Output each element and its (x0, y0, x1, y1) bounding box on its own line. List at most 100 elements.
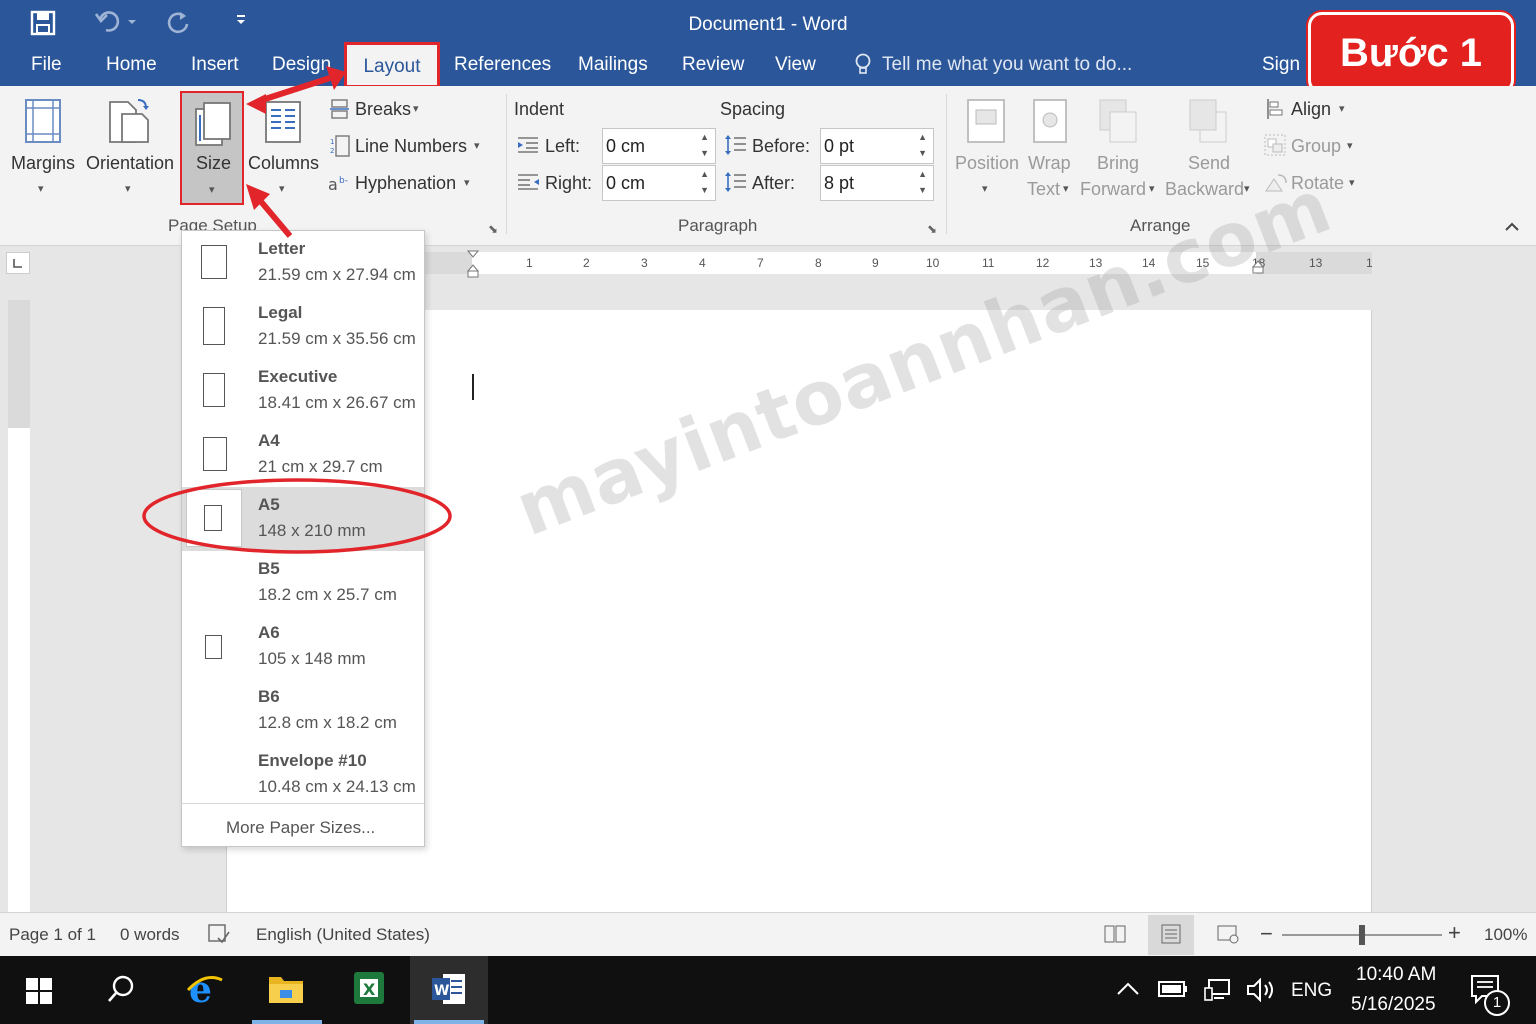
tab-review[interactable]: Review (682, 54, 744, 76)
tab-insert[interactable]: Insert (191, 54, 239, 76)
excel-icon[interactable]: X (352, 970, 386, 1006)
running-indicator (414, 1020, 484, 1024)
page-setup-launcher-icon[interactable]: ⬊ (488, 222, 498, 236)
size-button[interactable]: Size ▾ (180, 91, 244, 205)
tell-me-search[interactable]: Tell me what you want to do... (882, 54, 1132, 76)
menu-divider (182, 803, 424, 804)
margins-icon[interactable] (24, 98, 62, 144)
zoom-out-icon[interactable]: − (1260, 921, 1273, 947)
tab-mailings[interactable]: Mailings (578, 54, 648, 76)
tab-selector[interactable] (6, 252, 30, 274)
internet-explorer-icon[interactable]: e (186, 970, 224, 1008)
size-option-b5[interactable]: B5 18.2 cm x 25.7 cm (182, 551, 424, 615)
tab-layout[interactable]: Layout (347, 56, 437, 78)
word-count[interactable]: 0 words (120, 925, 180, 945)
align-button[interactable]: Align (1291, 99, 1331, 120)
indent-marker-icon[interactable] (467, 250, 479, 278)
columns-icon[interactable] (264, 100, 302, 144)
spacing-after-input[interactable]: 8 pt ▲ ▼ (820, 165, 934, 201)
show-hidden-icons[interactable] (1116, 980, 1140, 996)
clock-time[interactable]: 10:40 AM (1356, 964, 1436, 986)
lightbulb-icon (854, 53, 872, 77)
file-explorer-icon[interactable] (268, 972, 304, 1004)
proofing-icon[interactable] (208, 924, 230, 944)
tab-layout-highlight[interactable]: Layout (344, 42, 440, 88)
tab-design[interactable]: Design (272, 54, 331, 76)
zoom-in-icon[interactable]: + (1448, 920, 1461, 946)
spin-down-icon[interactable]: ▼ (700, 185, 709, 195)
input-language[interactable]: ENG (1291, 980, 1332, 1002)
spin-down-icon[interactable]: ▼ (918, 148, 927, 158)
ruler-number: 4 (699, 256, 706, 270)
zoom-slider-thumb[interactable] (1359, 925, 1365, 945)
size-option-a6[interactable]: A6 105 x 148 mm (182, 615, 424, 679)
web-layout-icon[interactable] (1217, 924, 1239, 944)
zoom-level[interactable]: 100% (1484, 925, 1527, 945)
orientation-icon[interactable] (106, 96, 152, 146)
size-option-letter[interactable]: Letter 21.59 cm x 27.94 cm (182, 231, 424, 295)
send-backward-button[interactable]: Send (1188, 153, 1230, 174)
more-paper-sizes-button[interactable]: More Paper Sizes... (226, 818, 375, 838)
align-icon (1266, 98, 1284, 120)
group-dropdown-icon: ▾ (1347, 140, 1353, 152)
tab-home[interactable]: Home (106, 54, 157, 76)
line-numbers-button[interactable]: Line Numbers (355, 136, 467, 157)
spin-up-icon[interactable]: ▲ (918, 169, 927, 179)
network-icon[interactable] (1204, 978, 1232, 1002)
tab-references[interactable]: References (454, 54, 551, 76)
search-icon[interactable] (106, 974, 136, 1004)
position-icon[interactable] (966, 98, 1006, 144)
page-shape-icon (201, 245, 227, 279)
size-option-name: Executive (258, 367, 338, 386)
tab-file[interactable]: File (31, 54, 62, 76)
rotate-dropdown-icon: ▾ (1349, 177, 1355, 189)
wrap-text-button[interactable]: Wrap (1028, 153, 1071, 174)
size-option-dims: 18.2 cm x 25.7 cm (258, 585, 397, 604)
page-shape-icon (203, 437, 227, 471)
page-count[interactable]: Page 1 of 1 (9, 925, 96, 945)
size-option-a5[interactable]: A5 148 x 210 mm (182, 487, 424, 551)
battery-icon[interactable] (1158, 980, 1188, 998)
bring-forward-button[interactable]: Bring (1097, 153, 1139, 174)
group-button[interactable]: Group (1291, 136, 1341, 157)
spin-down-icon[interactable]: ▼ (918, 185, 927, 195)
spin-up-icon[interactable]: ▲ (918, 132, 927, 142)
windows-start-icon[interactable] (26, 978, 52, 1004)
title-bar: Document1 - Word File Home Insert Design… (0, 0, 1536, 94)
windows-taskbar: e X W ENG 10:40 AM 5/16/2025 1 (0, 956, 1536, 1024)
breaks-button[interactable]: Breaks (355, 99, 411, 120)
position-button[interactable]: Position (955, 153, 1019, 174)
bring-forward-icon[interactable] (1098, 98, 1138, 144)
send-backward-icon[interactable] (1188, 98, 1228, 144)
tab-view[interactable]: View (775, 54, 816, 76)
columns-button[interactable]: Columns (248, 153, 319, 174)
size-option-envelope-10[interactable]: Envelope #10 10.48 cm x 24.13 cm (182, 743, 424, 807)
margins-button[interactable]: Margins (11, 153, 75, 174)
size-option-executive[interactable]: Executive 18.41 cm x 26.67 cm (182, 359, 424, 423)
spin-down-icon[interactable]: ▼ (700, 148, 709, 158)
spin-up-icon[interactable]: ▲ (700, 132, 709, 142)
paragraph-launcher-icon[interactable]: ⬊ (927, 222, 937, 236)
size-option-dims: 21.59 cm x 35.56 cm (258, 329, 416, 348)
print-layout-view-active[interactable] (1148, 915, 1194, 955)
vertical-ruler[interactable] (8, 300, 30, 912)
wrap-text-icon[interactable] (1032, 98, 1068, 144)
clock-date[interactable]: 5/16/2025 (1351, 994, 1436, 1016)
indent-right-input[interactable]: 0 cm ▲ ▼ (602, 165, 716, 201)
spin-up-icon[interactable]: ▲ (700, 169, 709, 179)
orientation-button[interactable]: Orientation (86, 153, 174, 174)
orientation-dropdown-icon: ▾ (125, 183, 131, 195)
hyphenation-button[interactable]: Hyphenation (355, 173, 456, 194)
collapse-ribbon-icon[interactable] (1504, 220, 1520, 232)
word-taskbar-active[interactable]: W (410, 956, 488, 1024)
language-indicator[interactable]: English (United States) (256, 925, 430, 945)
size-option-legal[interactable]: Legal 21.59 cm x 35.56 cm (182, 295, 424, 359)
volume-icon[interactable] (1246, 978, 1276, 1002)
ruler-number: 1 (526, 256, 533, 270)
spacing-before-input[interactable]: 0 pt ▲ ▼ (820, 128, 934, 164)
size-option-a4[interactable]: A4 21 cm x 29.7 cm (182, 423, 424, 487)
sign-in-link[interactable]: Sign in (1262, 54, 1306, 76)
indent-left-input[interactable]: 0 cm ▲ ▼ (602, 128, 716, 164)
read-mode-icon[interactable] (1104, 924, 1126, 944)
size-option-b6[interactable]: B6 12.8 cm x 18.2 cm (182, 679, 424, 743)
